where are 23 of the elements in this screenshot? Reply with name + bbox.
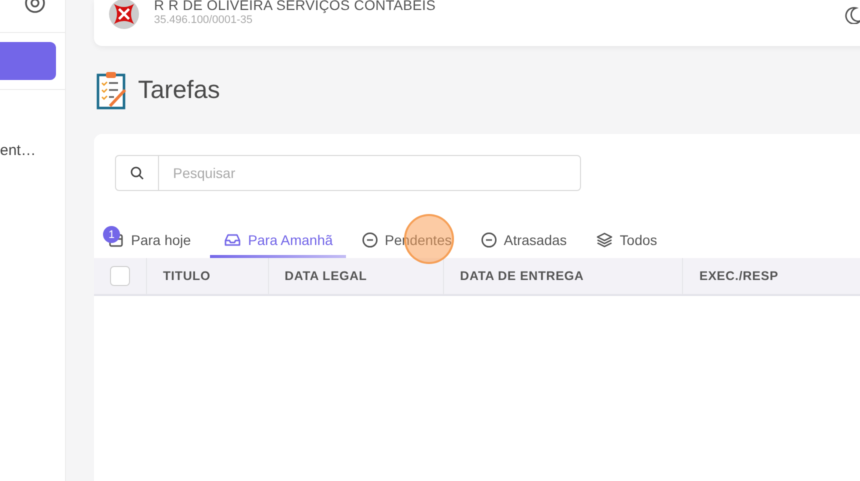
tab[interactable]: Para Amanhã <box>210 226 346 258</box>
tab[interactable]: 1 Para hoje <box>104 226 204 258</box>
search-icon[interactable] <box>130 166 144 180</box>
minus-circle-icon <box>480 232 497 248</box>
select-all-checkbox[interactable] <box>110 266 130 286</box>
calendar-icon <box>108 232 124 248</box>
count-badge: 1 <box>103 226 120 243</box>
inbox-icon <box>224 232 241 248</box>
clipboard-icon <box>96 70 128 110</box>
page-title: Tarefas <box>138 76 220 104</box>
tab[interactable]: Todos <box>582 226 670 258</box>
sidebar-item[interactable]: ent… <box>0 142 65 159</box>
company-name: R R DE OLIVEIRA SERVIÇOS CONTABEIS <box>154 0 436 13</box>
column-header: TITULO <box>146 258 268 295</box>
column-header: DATA LEGAL <box>268 258 444 295</box>
layers-icon <box>596 232 613 248</box>
minus-circle-icon <box>362 232 378 248</box>
search-field[interactable]: Pesquisar <box>115 155 581 191</box>
moon-icon[interactable] <box>844 6 860 24</box>
column-header: DATA DE ENTREGA <box>444 258 683 295</box>
tab[interactable]: Atrasadas <box>466 226 580 258</box>
company-cnpj: 35.496.100/0001-35 <box>154 14 254 26</box>
column-header: EXEC./RESP <box>682 258 860 295</box>
